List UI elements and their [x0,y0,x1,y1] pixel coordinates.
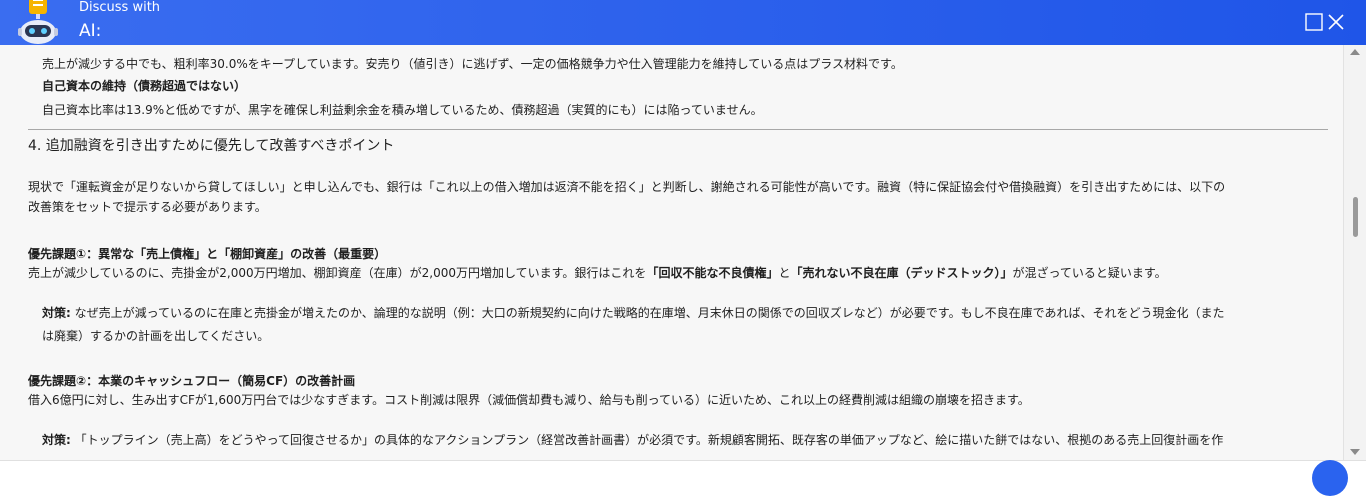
text-span: 「トップライン（売上高）をどうやって回復させるか」の具体的なアクションプラン（経… [70,433,1224,447]
scroll-down-arrow-icon[interactable] [1350,449,1360,455]
window-title-line1: Discuss with [79,0,161,15]
robot-avatar-icon [18,0,58,44]
chat-message-content: 売上が減少する中でも、粗利率30.0%をキープしています。安売り（値引き）に逃げ… [0,45,1343,460]
text-span: が混ざっていると疑います。 [1012,266,1167,280]
action-label: 対策: [42,306,71,320]
text-span: 売上が減少しているのに、売掛金が2,000万円増加、棚卸資産（在庫）が2,000… [28,266,647,280]
intro-text-1: 現状で「運転資金が足りないから貸してほしい」と申し込んでも、銀行は「これ以上の借… [28,180,1226,194]
bold-span: 「売れない不良在庫（デッドストック）」 [790,266,1013,280]
text-line: 売上が減少する中でも、粗利率30.0%をキープしています。安売り（値引き）に逃げ… [42,57,903,71]
text-span: と [778,266,791,280]
text-span: なぜ売上が減っているのに在庫と売掛金が増えたのか、論理的な説明（例：大口の新規契… [70,306,1225,320]
priority-2-action-1: 対策: 「トップライン（売上高）をどうやって回復させるか」の具体的なアクションプ… [42,432,1223,448]
intro-text-2: 改善策をセットで提示する必要があります。 [28,200,267,214]
scroll-up-arrow-icon[interactable] [1350,49,1360,55]
title-bar: Discuss with AI: [0,0,1366,45]
input-area-edge [0,460,1366,471]
section-heading: 4. 追加融資を引き出すために優先して改善すべきポイント [28,138,395,154]
maximize-icon[interactable] [1304,12,1324,32]
section-divider [28,129,1328,130]
priority-2-text: 借入6億円に対し、生み出すCFが1,600万円台では少なすぎます。コスト削減は限… [28,393,1030,407]
priority-1-heading: 優先課題①：異常な「売上債権」と「棚卸資産」の改善（最重要） [28,247,387,261]
text-line: 自己資本比率は13.9%と低めですが、黒字を確保し利益剰余金を積み増しているため… [42,103,763,117]
action-label: 対策: [42,433,71,447]
priority-1-action-2: は廃棄）するかの計画を出してください。 [42,329,270,343]
scroll-thumb[interactable] [1353,197,1358,237]
sub-heading: 自己資本の維持（債務超過ではない） [42,79,247,93]
close-icon[interactable] [1326,12,1346,32]
window-title-line2: AI: [79,21,102,41]
vertical-scrollbar[interactable] [1343,45,1366,460]
priority-1-action-1: 対策: なぜ売上が減っているのに在庫と売掛金が増えたのか、論理的な説明（例：大口… [42,305,1224,321]
priority-2-heading: 優先課題②：本業のキャッシュフロー（簡易CF）の改善計画 [28,374,356,388]
floating-action-button[interactable] [1312,460,1348,496]
bold-span: 「回収不能な不良債権」 [646,266,779,280]
priority-1-text: 売上が減少しているのに、売掛金が2,000万円増加、棚卸資産（在庫）が2,000… [28,265,1167,281]
